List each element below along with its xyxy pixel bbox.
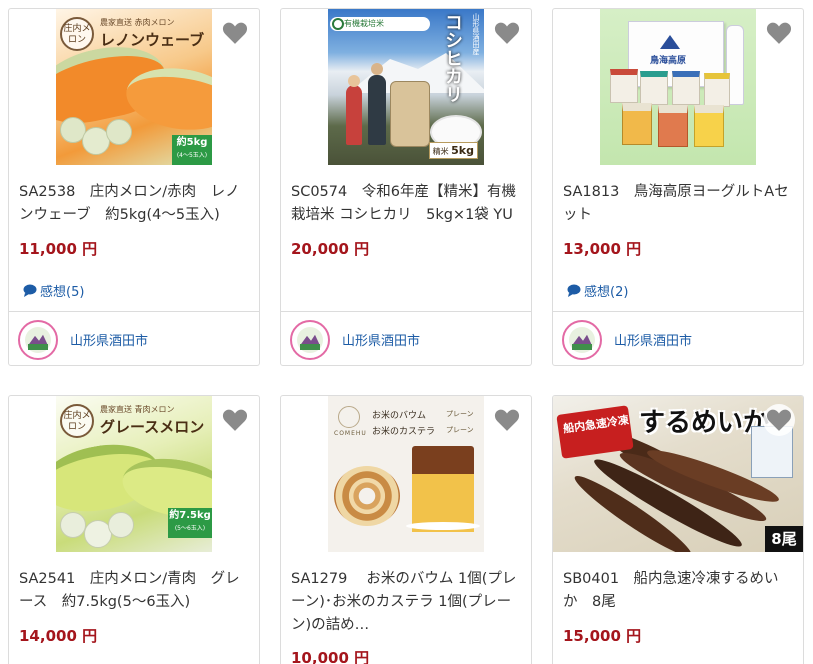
image-title: するめいか <box>639 408 770 438</box>
favorite-heart-icon[interactable] <box>219 404 251 436</box>
product-title[interactable]: SB0401 船内急速冷凍するめいか 8尾 <box>563 568 793 616</box>
rice-name: コシヒカリ <box>442 13 463 103</box>
review-link[interactable]: 感想(5) <box>23 281 84 300</box>
brand-stamp: 庄内メロン <box>60 17 94 51</box>
review-count: 感想(2) <box>584 285 629 300</box>
region-text: 山形県酒田産 <box>472 13 480 55</box>
product-price: 11,000 円 <box>19 240 98 258</box>
image-subtitle: 農家直送 赤肉メロン <box>100 18 175 27</box>
image-tag1: プレーン <box>446 410 474 418</box>
favorite-heart-icon[interactable] <box>491 404 523 436</box>
product-card[interactable]: 船内急速冷凍 するめいか 8尾 SB0401 船内急速冷凍するめいか 8尾 15… <box>552 395 804 664</box>
count-badge: (4～5玉入) <box>176 152 208 159</box>
favorite-heart-icon[interactable] <box>763 17 795 49</box>
product-price: 13,000 円 <box>563 240 642 258</box>
municipality-link[interactable]: 山形県酒田市 <box>9 311 259 365</box>
brand-text: COMEHU <box>334 430 367 437</box>
product-price: 14,000 円 <box>19 627 98 645</box>
image-line1: お米のバウム <box>372 411 427 421</box>
favorite-heart-icon[interactable] <box>763 404 795 436</box>
image-title: グレースメロン <box>100 418 205 436</box>
review-link[interactable]: 感想(2) <box>567 281 628 300</box>
count-badge: 8尾 <box>765 526 803 552</box>
speech-bubble-icon <box>23 284 37 297</box>
favorite-heart-icon[interactable] <box>491 17 523 49</box>
product-card[interactable]: 鳥海高原 SA1813 鳥海高原ヨーグルトAセット 13,000 円 感想(2)… <box>552 8 804 366</box>
product-card[interactable]: 有機栽培米 コシヒカリ 山形県酒田産 精米 5kg SC0574 令和6年産【精… <box>280 8 532 366</box>
municipality-name: 山形県酒田市 <box>614 334 693 349</box>
product-card[interactable]: 庄内メロン 農家直送 赤肉メロン レノンウェーブ 約5kg (4～5玉入) SA… <box>8 8 260 366</box>
municipality-name: 山形県酒田市 <box>70 334 149 349</box>
product-price: 15,000 円 <box>563 627 642 645</box>
image-title: レノンウェーブ <box>100 31 205 49</box>
image-tag2: プレーン <box>446 426 474 434</box>
product-card[interactable]: COMEHU お米のバウム プレーン お米のカステラ プレーン SA1279 お… <box>280 395 532 664</box>
rice-weight: 5kg <box>451 144 474 157</box>
product-price: 10,000 円 <box>291 649 370 664</box>
speech-bubble-icon <box>567 284 581 297</box>
municipality-link[interactable]: 山形県酒田市 <box>553 311 803 365</box>
count-badge: (5～6玉入) <box>174 525 206 532</box>
favorite-heart-icon[interactable] <box>219 17 251 49</box>
product-title[interactable]: SA2541 庄内メロン/青肉 グレース 約7.5kg(5～6玉入) <box>19 568 249 616</box>
brand-stamp: 庄内メロン <box>60 404 94 438</box>
product-title[interactable]: SA1279 お米のバウム 1個(プレーン)･お米のカステラ 1個(プレーン)の… <box>291 568 521 638</box>
municipality-logo <box>290 319 330 360</box>
weight-badge: 約7.5kg <box>169 510 211 521</box>
review-count: 感想(5) <box>40 285 85 300</box>
product-title[interactable]: SA2538 庄内メロン/赤肉 レノンウェーブ 約5kg(4～5玉入) <box>19 181 249 229</box>
product-title[interactable]: SA1813 鳥海高原ヨーグルトAセット <box>563 181 793 229</box>
municipality-logo <box>18 319 58 360</box>
image-line2: お米のカステラ <box>372 427 436 437</box>
box-label: 鳥海高原 <box>650 56 687 66</box>
rice-tag: 精米 <box>432 147 449 156</box>
product-card[interactable]: 庄内メロン 農家直送 青肉メロン グレースメロン 約7.5kg (5～6玉入) … <box>8 395 260 664</box>
municipality-logo <box>562 319 602 360</box>
municipality-name: 山形県酒田市 <box>342 334 421 349</box>
product-price: 20,000 円 <box>291 240 370 258</box>
organic-badge: 有機栽培米 <box>330 17 430 31</box>
municipality-link[interactable]: 山形県酒田市 <box>281 311 531 365</box>
weight-badge: 約5kg <box>176 137 208 148</box>
image-subtitle: 農家直送 青肉メロン <box>100 405 175 414</box>
product-title[interactable]: SC0574 令和6年産【精米】有機栽培米 コシヒカリ 5kg×1袋 YU <box>291 181 521 229</box>
